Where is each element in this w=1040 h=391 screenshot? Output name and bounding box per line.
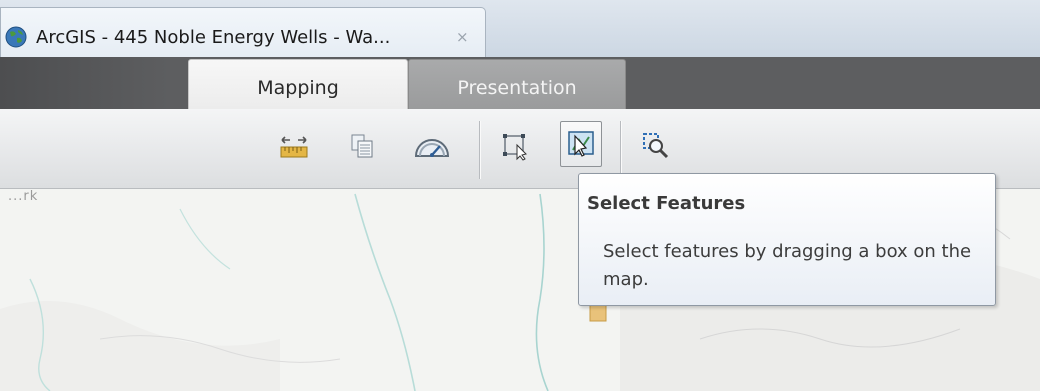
zoom-to-selection-button[interactable] [638, 127, 674, 165]
toolbar-separator [479, 121, 480, 179]
select-box-icon [503, 134, 527, 161]
measure-icon [280, 136, 308, 158]
measure-button[interactable] [276, 127, 312, 165]
gauge-button[interactable] [410, 127, 454, 165]
river [179, 208, 231, 270]
select-features-tooltip: Select Features Select features by dragg… [578, 173, 996, 306]
arcgis-globe-icon [5, 26, 27, 48]
tooltip-title: Select Features [587, 193, 746, 214]
zoom-to-selection-icon [643, 133, 669, 159]
gauge-icon [414, 139, 450, 157]
toolbar-separator [620, 121, 621, 179]
select-box-button[interactable] [497, 127, 533, 165]
well-marker[interactable] [589, 304, 607, 322]
map-place-label: ...rk [8, 189, 39, 204]
tooltip-description: Select features by dragging a box on the… [603, 241, 972, 290]
browser-tab-title: ArcGIS - 445 Noble Energy Wells - Wa... [36, 27, 391, 48]
browser-tab[interactable]: ArcGIS - 445 Noble Energy Wells - Wa... … [0, 7, 486, 57]
attribute-table-button[interactable] [344, 127, 380, 165]
tab-mapping[interactable]: Mapping [188, 59, 408, 109]
browser-tab-strip: ArcGIS - 445 Noble Energy Wells - Wa... … [0, 0, 1040, 57]
river [354, 193, 416, 391]
select-features-icon [568, 131, 594, 157]
river [535, 193, 549, 391]
ribbon-header-left [0, 57, 170, 109]
tab-presentation[interactable]: Presentation [408, 59, 626, 109]
select-features-button[interactable] [560, 121, 602, 167]
attribute-table-icon [351, 134, 373, 158]
ribbon-header: Mapping Presentation [0, 57, 1040, 109]
close-icon[interactable]: × [456, 28, 469, 46]
